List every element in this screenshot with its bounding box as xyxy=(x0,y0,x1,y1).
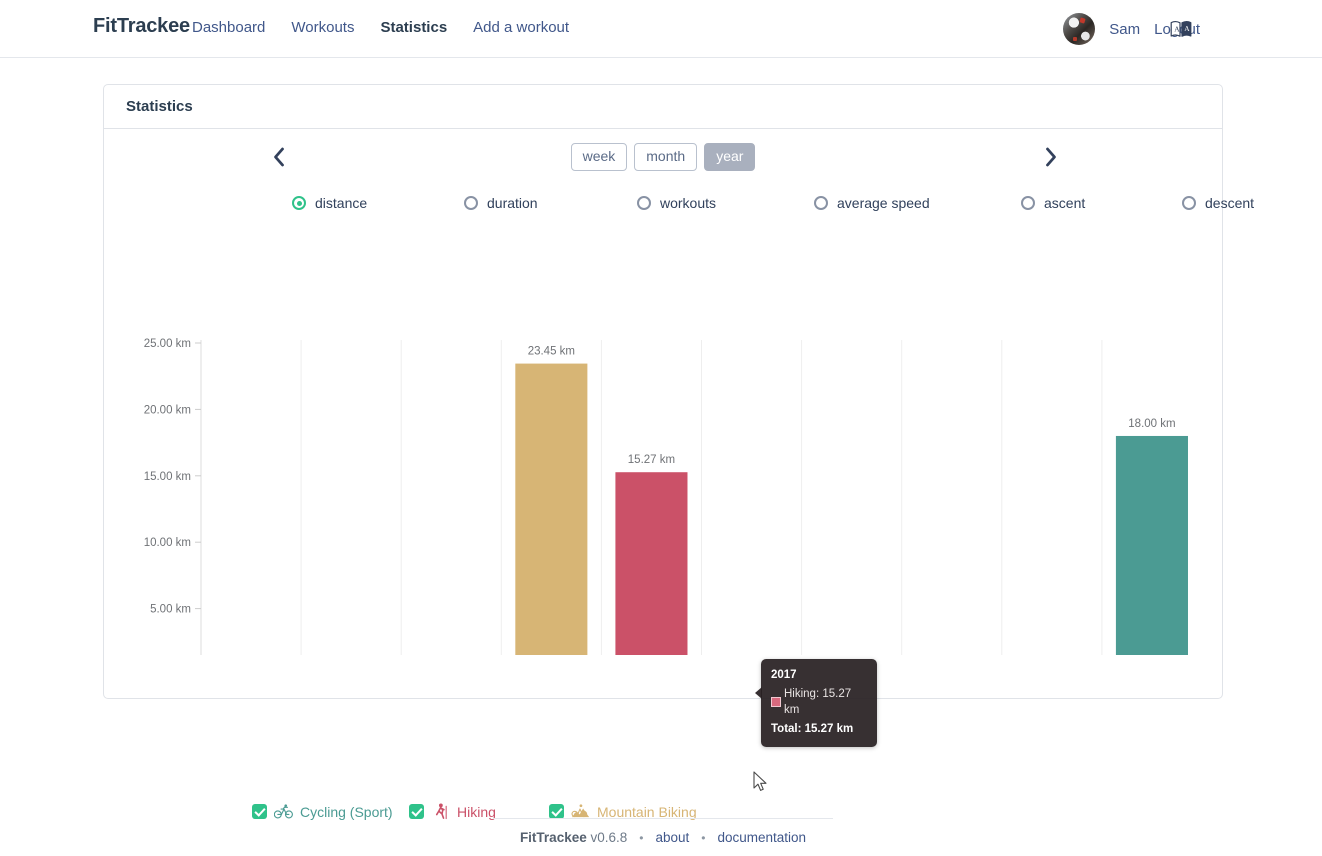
radio-ascent[interactable]: ascent xyxy=(1021,195,1085,211)
y-axis-tick-label: 15.00 km xyxy=(144,471,191,483)
hiking-icon xyxy=(431,803,450,820)
y-axis-tick-label: 25.00 km xyxy=(144,338,191,350)
tooltip-entry-row: Hiking: 15.27 km xyxy=(771,686,867,719)
radio-ascent-dot[interactable] xyxy=(1021,196,1035,210)
chevron-left-icon[interactable] xyxy=(264,142,294,172)
period-button-month[interactable]: month xyxy=(634,143,698,171)
radio-average-speed-label: average speed xyxy=(837,195,930,211)
bar-value-label: 18.00 km xyxy=(1128,418,1175,430)
footer-separator-1: • xyxy=(639,830,644,845)
tooltip-entry-label: Hiking: 15.27 km xyxy=(784,687,852,717)
svg-text:A: A xyxy=(1174,24,1180,33)
footer-link-about[interactable]: about xyxy=(655,830,689,845)
top-navbar: FitTrackee Dashboard Workouts Statistics… xyxy=(0,0,1322,58)
bar-value-label: 15.27 km xyxy=(628,454,675,466)
period-buttons: week month year xyxy=(570,143,756,171)
cycling-icon xyxy=(273,803,293,820)
nav-link-statistics[interactable]: Statistics xyxy=(380,19,447,36)
radio-distance-dot[interactable] xyxy=(292,196,306,210)
radio-duration-label: duration xyxy=(487,195,538,211)
tooltip-title: 2017 xyxy=(771,669,797,681)
avatar[interactable] xyxy=(1063,13,1096,45)
app-brand[interactable]: FitTrackee xyxy=(93,15,190,38)
mouse-cursor xyxy=(753,771,769,793)
nav-link-workouts[interactable]: Workouts xyxy=(291,19,354,36)
radio-duration[interactable]: duration xyxy=(464,195,538,211)
radio-average-speed-dot[interactable] xyxy=(814,196,828,210)
footer-version: v0.6.8 xyxy=(590,830,628,845)
chart-bar[interactable] xyxy=(615,472,688,655)
tooltip-color-swatch xyxy=(771,697,781,708)
legend-label-cycling-sport: Cycling (Sport) xyxy=(300,803,393,820)
legend-checkbox-cycling-sport[interactable] xyxy=(252,804,267,819)
statistics-card: Statistics week month year distance dura… xyxy=(103,84,1254,820)
period-selector-row: week month year xyxy=(104,129,1222,185)
radio-ascent-label: ascent xyxy=(1044,195,1086,211)
bar-value-label: 23.45 km xyxy=(528,346,575,358)
chart-bar[interactable] xyxy=(515,363,588,655)
y-axis-tick-label: 10.00 km xyxy=(144,537,191,549)
footer-separator-2: • xyxy=(701,830,706,845)
legend-item-cycling-sport[interactable]: Cycling (Sport) xyxy=(252,803,393,820)
footer: FitTrackee v0.6.8 • about • documentatio… xyxy=(493,818,833,845)
radio-distance[interactable]: distance xyxy=(292,195,367,211)
radio-workouts-dot[interactable] xyxy=(637,196,651,210)
chart-bar[interactable] xyxy=(1115,435,1188,655)
radio-descent-label: descent xyxy=(1205,195,1255,211)
username-link[interactable]: Sam xyxy=(1109,21,1140,38)
radio-workouts[interactable]: workouts xyxy=(637,195,716,211)
metric-radio-group: distance duration workouts average speed… xyxy=(104,187,1254,229)
nav-link-dashboard[interactable]: Dashboard xyxy=(192,19,265,36)
bar-chart-svg[interactable]: 0.00 km5.00 km10.00 km15.00 km20.00 km25… xyxy=(104,235,1224,655)
legend-label-hiking: Hiking xyxy=(457,803,496,820)
radio-average-speed[interactable]: average speed xyxy=(814,195,930,211)
footer-app-name: FitTrackee xyxy=(519,830,587,845)
y-axis-tick-label: 5.00 km xyxy=(150,604,191,616)
legend-item-hiking[interactable]: Hiking xyxy=(409,803,496,820)
language-icon[interactable]: A A xyxy=(1168,16,1194,42)
period-button-week[interactable]: week xyxy=(570,143,628,171)
radio-duration-dot[interactable] xyxy=(464,196,478,210)
period-button-year[interactable]: year xyxy=(704,143,756,171)
legend-checkbox-mountain-biking[interactable] xyxy=(549,804,564,819)
radio-distance-label: distance xyxy=(315,195,368,211)
chevron-right-icon[interactable] xyxy=(1036,142,1066,172)
radio-descent[interactable]: descent xyxy=(1182,195,1254,211)
main-navigation: Dashboard Workouts Statistics Add a work… xyxy=(192,19,569,36)
radio-descent-dot[interactable] xyxy=(1182,196,1196,210)
legend-checkbox-hiking[interactable] xyxy=(409,804,424,819)
tooltip-total: Total: 15.27 km xyxy=(771,723,854,736)
nav-link-add-a-workout[interactable]: Add a workout xyxy=(473,19,569,36)
page-title: Statistics xyxy=(126,98,193,115)
y-axis-tick-label: 20.00 km xyxy=(144,404,191,416)
footer-link-documentation[interactable]: documentation xyxy=(717,830,806,845)
radio-workouts-label: workouts xyxy=(660,195,717,211)
chart-tooltip: 2017 Hiking: 15.27 km Total: 15.27 km xyxy=(755,659,877,747)
footer-app-version: FitTrackee v0.6.8 xyxy=(520,830,627,845)
statistics-chart[interactable]: 0.00 km5.00 km10.00 km15.00 km20.00 km25… xyxy=(104,235,1224,820)
svg-text:A: A xyxy=(1184,24,1190,33)
card-header: Statistics xyxy=(104,85,1222,129)
